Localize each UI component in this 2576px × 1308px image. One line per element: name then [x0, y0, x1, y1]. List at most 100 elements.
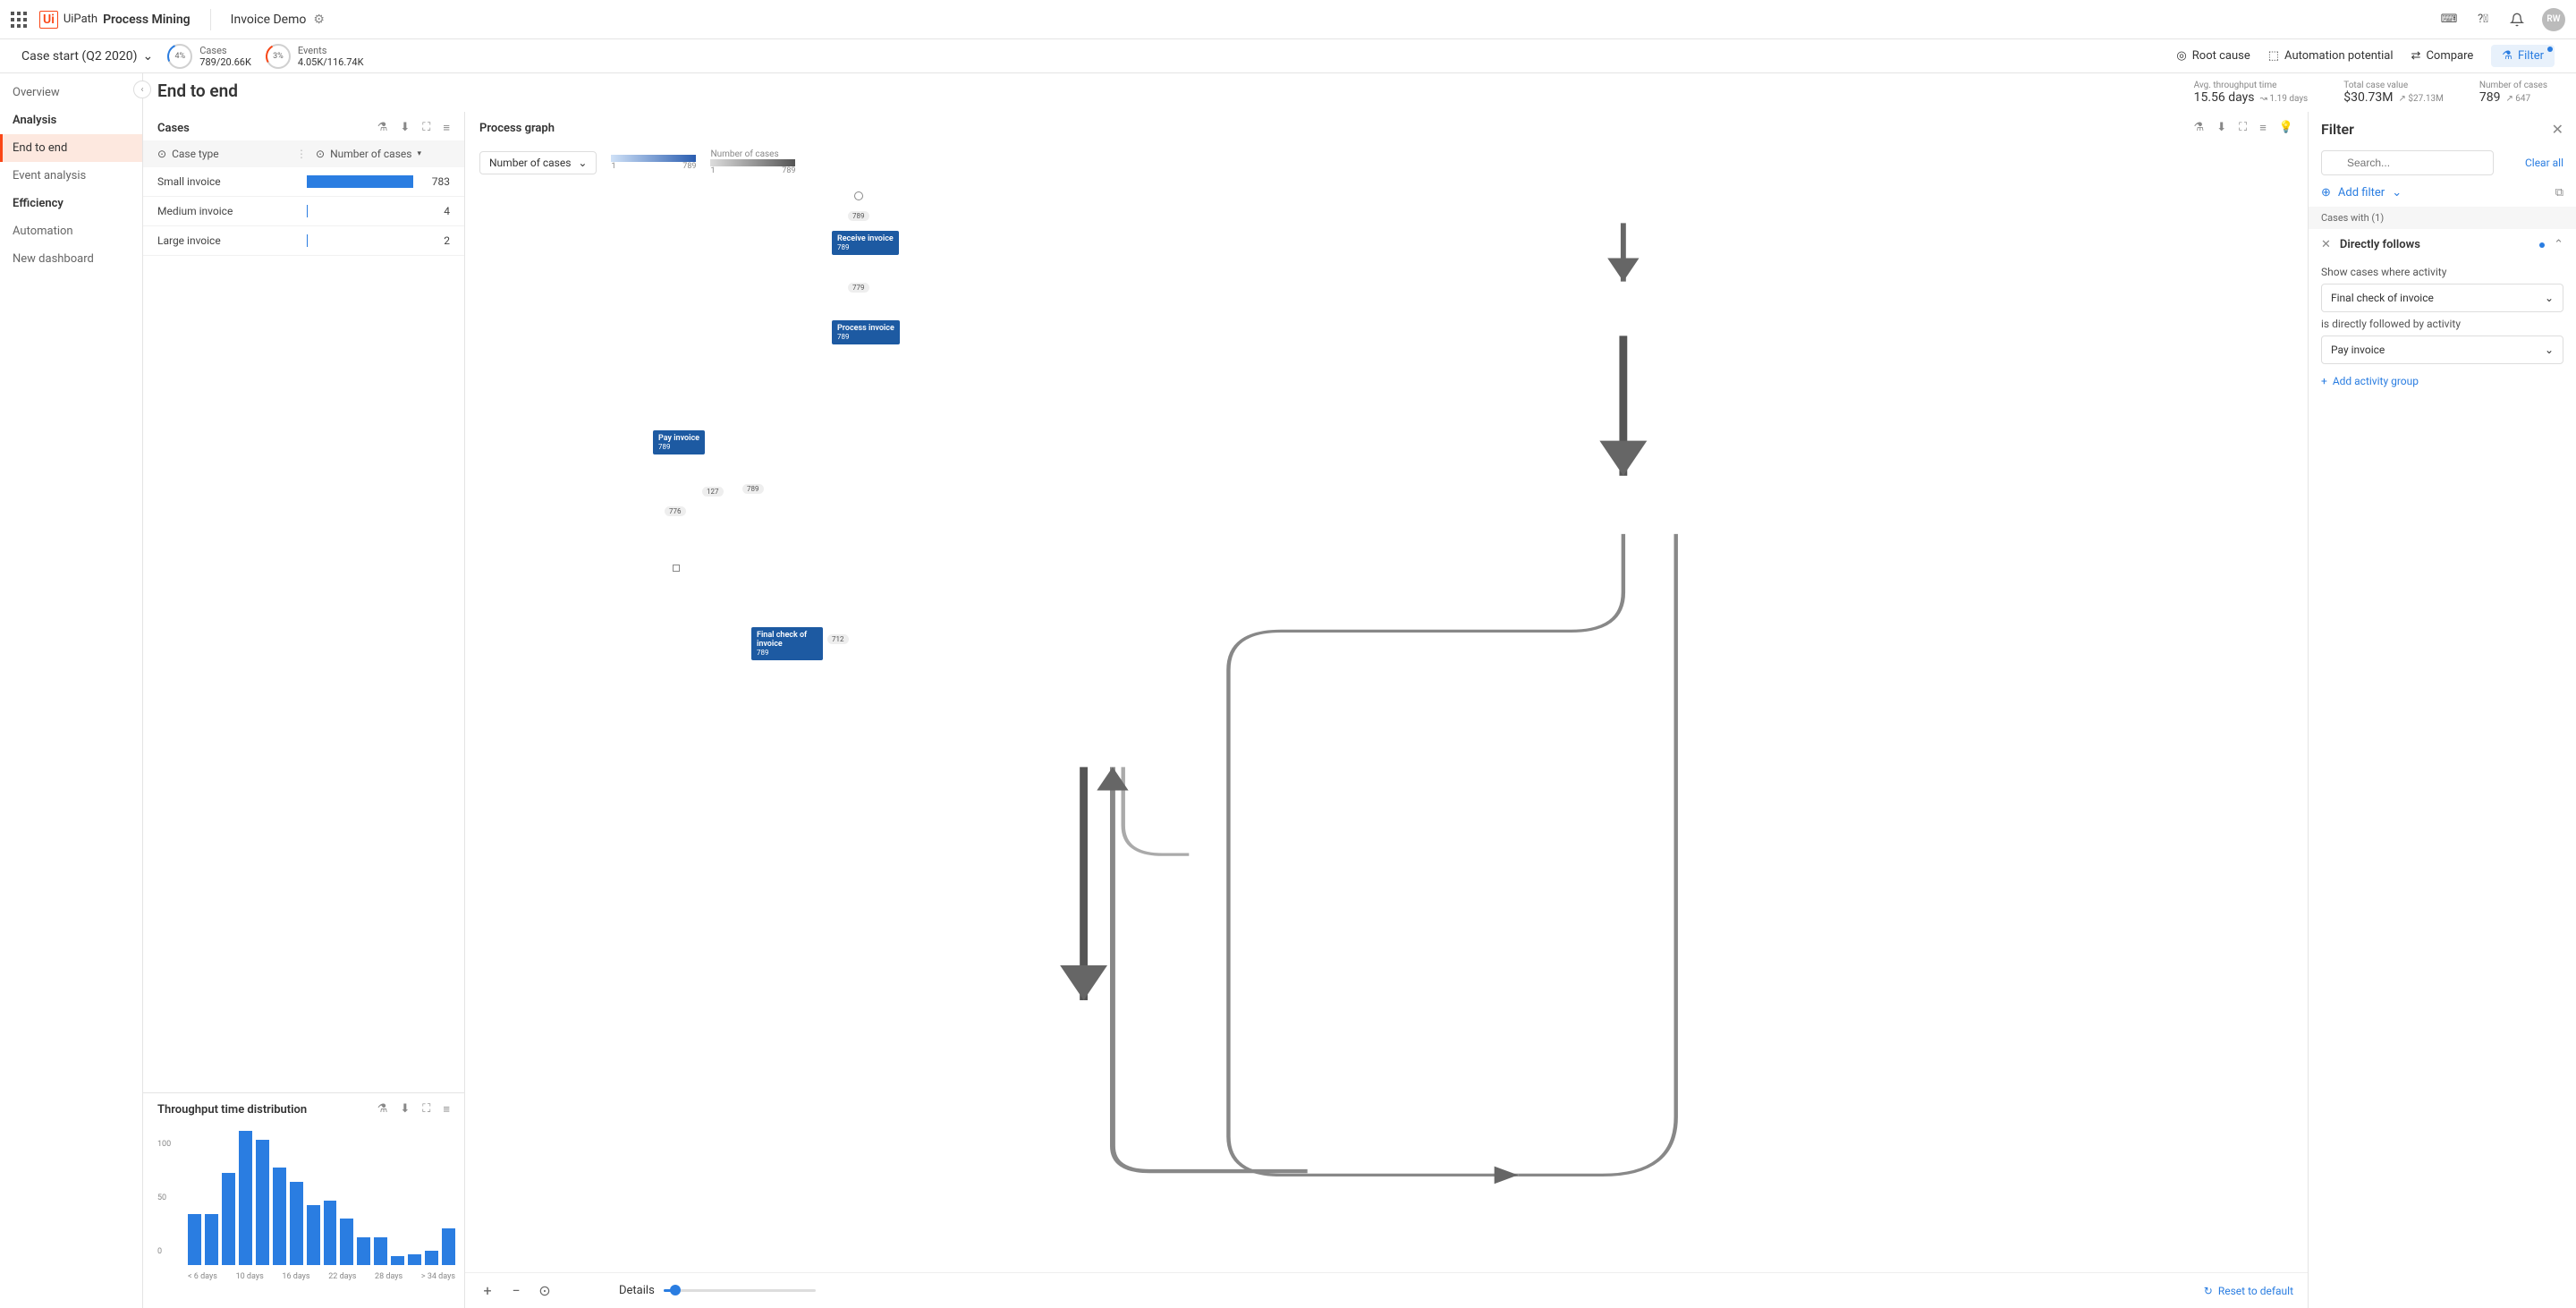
expand-icon[interactable]: ⛶: [422, 121, 430, 135]
filter-icon[interactable]: ⚗: [377, 121, 388, 135]
chart-bar[interactable]: [307, 1205, 320, 1265]
nav-event-analysis[interactable]: Event analysis: [0, 162, 142, 190]
compare-button[interactable]: ⇄Compare: [2411, 49, 2474, 63]
kpi-label: Avg. throughput time: [2194, 81, 2309, 90]
chart-bar[interactable]: [391, 1256, 404, 1265]
graph-footer: + − ⊙ Details ↻Reset to default: [465, 1272, 2308, 1308]
nav-end-to-end[interactable]: End to end: [0, 134, 142, 162]
add-filter-link[interactable]: Add filter: [2338, 186, 2385, 200]
node-pay[interactable]: Pay invoice789: [653, 430, 705, 454]
add-activity-group[interactable]: +Add activity group: [2321, 375, 2563, 387]
node-final[interactable]: Final check of invoice789: [751, 627, 823, 660]
zoom-out[interactable]: −: [508, 1282, 524, 1299]
logo-brand: UiPath: [64, 13, 97, 26]
activity-select-2[interactable]: Pay invoice⌄: [2321, 335, 2563, 364]
sidebar-collapse[interactable]: ‹: [133, 81, 151, 98]
dist-bars[interactable]: [188, 1131, 455, 1265]
chart-bar[interactable]: [340, 1219, 353, 1265]
download-icon[interactable]: ⬇: [400, 121, 410, 135]
bell-icon[interactable]: [2508, 11, 2526, 29]
scope-selector[interactable]: Case start (Q2 2020) ⌄: [21, 49, 153, 64]
plus-icon: +: [2321, 375, 2327, 387]
project-selector[interactable]: Invoice Demo ⚙: [231, 13, 325, 27]
table-row[interactable]: Large invoice2: [143, 226, 464, 256]
apps-icon[interactable]: [11, 12, 27, 28]
expand-icon[interactable]: ⛶: [2239, 121, 2247, 135]
cases-chip-label: Cases: [199, 45, 251, 56]
main: ‹ Overview Analysis End to end Event ana…: [0, 73, 2576, 1308]
chart-bar[interactable]: [408, 1254, 421, 1265]
dist-xticks: < 6 days10 days16 days22 days28 days> 34…: [188, 1272, 455, 1281]
copy-icon[interactable]: ⧉: [2555, 186, 2563, 200]
nav-efficiency[interactable]: Efficiency: [0, 190, 142, 217]
remove-filter-icon[interactable]: ✕: [2321, 238, 2331, 251]
zoom-in[interactable]: +: [479, 1282, 496, 1299]
col-case-type[interactable]: ⊙Case type⋮: [157, 148, 307, 160]
chart-bar[interactable]: [273, 1168, 286, 1265]
filter-body-label: is directly followed by activity: [2321, 318, 2563, 330]
bulb-icon[interactable]: 💡: [2279, 121, 2293, 135]
filter-button[interactable]: ⚗ Filter: [2491, 45, 2555, 67]
automation-potential-button[interactable]: ⬚Automation potential: [2268, 49, 2394, 63]
chart-bar[interactable]: [188, 1214, 201, 1265]
cases-table-head: ⊙Case type⋮ ⊙Number of cases▾: [143, 140, 464, 167]
avatar[interactable]: RW: [2542, 8, 2565, 31]
download-icon[interactable]: ⬇: [400, 1102, 410, 1117]
table-row[interactable]: Small invoice783: [143, 167, 464, 197]
events-donut: 3%: [266, 44, 291, 69]
chart-bar[interactable]: [205, 1214, 218, 1265]
events-chip[interactable]: 3% Events 4.05K/116.74K: [266, 44, 364, 69]
root-cause-button[interactable]: ◎Root cause: [2176, 49, 2250, 63]
reset-default[interactable]: ↻Reset to default: [2204, 1285, 2293, 1297]
download-icon[interactable]: ⬇: [2216, 121, 2226, 135]
scope-label: Case start (Q2 2020): [21, 49, 138, 64]
keyboard-icon[interactable]: ⌨: [2440, 11, 2458, 29]
chart-bar[interactable]: [222, 1173, 235, 1265]
nav-overview[interactable]: Overview: [0, 79, 142, 106]
chevron-up-icon[interactable]: ⌃: [2554, 238, 2563, 251]
kpi-throughput: Avg. throughput time 15.56 days↝ 1.19 da…: [2194, 81, 2309, 105]
help-icon[interactable]: ?⃝: [2474, 11, 2492, 29]
filter-search-input[interactable]: [2321, 150, 2494, 175]
chart-bar[interactable]: [324, 1201, 337, 1265]
gear-icon[interactable]: ⚙: [313, 13, 325, 27]
clear-all-link[interactable]: Clear all: [2525, 157, 2563, 169]
filter-icon[interactable]: ⚗: [2194, 121, 2205, 135]
chart-bar[interactable]: [290, 1182, 303, 1265]
chart-bar[interactable]: [425, 1251, 438, 1265]
left-column: Cases ⚗ ⬇ ⛶ ≡ ⊙Case type⋮ ⊙Number of cas…: [143, 112, 465, 1308]
active-dot: [2539, 242, 2545, 248]
plus-circle-icon[interactable]: ⊕: [2321, 186, 2331, 200]
zoom-fit[interactable]: ⊙: [537, 1282, 553, 1299]
cases-chip[interactable]: 4% Cases 789/20.66K: [167, 44, 251, 69]
chart-bar[interactable]: [442, 1228, 455, 1265]
chart-bar[interactable]: [357, 1237, 370, 1265]
compare-icon: ⇄: [2411, 49, 2421, 63]
col-num-cases[interactable]: ⊙Number of cases▾: [316, 148, 450, 160]
nav-automation[interactable]: Automation: [0, 217, 142, 245]
activity-select-1[interactable]: Final check of invoice⌄: [2321, 284, 2563, 312]
filter-panel: Filter ✕ 🔍 Clear all ⊕ Add filter ⌄ ⧉: [2308, 112, 2576, 1308]
filter-label: Filter: [2518, 49, 2544, 63]
menu-icon[interactable]: ≡: [2259, 121, 2267, 135]
graph-canvas[interactable]: 789 Receive invoice789 779 Process invoi…: [465, 184, 2308, 1272]
node-process[interactable]: Process invoice789: [832, 320, 900, 344]
chevron-down-icon[interactable]: ⌄: [2392, 186, 2402, 200]
chart-bar[interactable]: [239, 1131, 252, 1265]
nav-analysis[interactable]: Analysis: [0, 106, 142, 134]
table-row[interactable]: Medium invoice4: [143, 197, 464, 226]
chart-bar[interactable]: [256, 1140, 269, 1265]
filter-icon[interactable]: ⚗: [377, 1102, 388, 1117]
details-slider[interactable]: Details: [619, 1284, 816, 1297]
expand-icon[interactable]: ⛶: [422, 1102, 430, 1117]
menu-icon[interactable]: ≡: [443, 1102, 450, 1117]
metric-select[interactable]: Number of cases⌄: [479, 151, 597, 174]
chart-bar[interactable]: [374, 1237, 387, 1265]
edge-label: 712: [827, 634, 849, 644]
nav-new-dashboard[interactable]: New dashboard: [0, 245, 142, 273]
close-icon[interactable]: ✕: [2552, 121, 2563, 138]
kpi-value: 15.56 days: [2194, 90, 2255, 105]
node-receive[interactable]: Receive invoice789: [832, 231, 899, 255]
distribution-panel: Throughput time distribution ⚗ ⬇ ⛶ ≡ 100…: [143, 1093, 464, 1308]
menu-icon[interactable]: ≡: [443, 121, 450, 135]
